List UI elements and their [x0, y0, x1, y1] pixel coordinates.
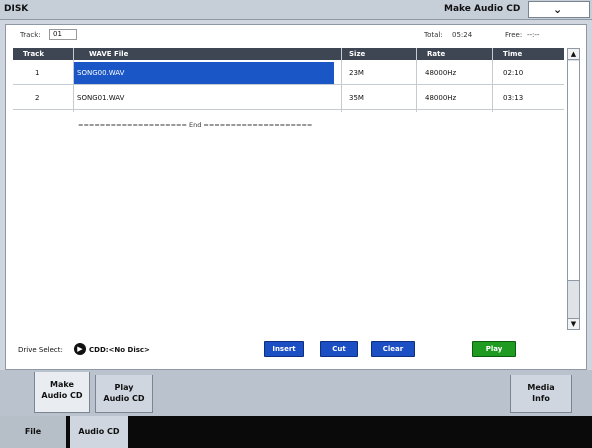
scrollbar-thumb[interactable] — [568, 61, 579, 281]
row-track: 1 — [35, 69, 40, 77]
tab-label-line2: Audio CD — [103, 394, 145, 403]
tab-label-line2: Audio CD — [41, 391, 83, 400]
page-title: Make Audio CD — [444, 4, 521, 14]
row-time: 02:10 — [503, 69, 524, 77]
row-size: 35M — [349, 94, 364, 102]
row-size: 23M — [349, 69, 364, 77]
drive-select-value[interactable]: CDD:<No Disc> — [89, 346, 150, 354]
column-divider — [492, 48, 493, 112]
tab-make-audio-cd[interactable]: Make Audio CD — [34, 372, 90, 413]
column-divider — [73, 48, 74, 112]
free-value: --:-- — [527, 31, 540, 39]
page-menu-button[interactable]: ⌄ — [528, 1, 590, 18]
drive-select-arrow-icon[interactable]: ▶ — [74, 343, 86, 355]
row-wave-file[interactable]: SONG00.WAV — [77, 69, 124, 77]
table-row[interactable]: 2 SONG01.WAV 35M 48000Hz 03:13 — [13, 86, 564, 110]
total-label: Total: — [424, 31, 443, 39]
end-of-list-marker: ==================== End ===============… — [78, 121, 313, 129]
tab-play-audio-cd[interactable]: Play Audio CD — [95, 375, 153, 413]
tab-label-line1: Play — [114, 383, 134, 392]
free-label: Free: — [505, 31, 523, 39]
chevron-down-icon: ⌄ — [553, 3, 563, 16]
cut-button[interactable]: Cut — [320, 341, 358, 357]
column-header-size: Size — [349, 50, 366, 58]
track-label: Track: — [20, 31, 41, 39]
row-wave-file[interactable]: SONG01.WAV — [77, 94, 124, 102]
insert-button[interactable]: Insert — [264, 341, 304, 357]
play-button[interactable]: Play — [472, 341, 516, 357]
table-row[interactable]: 1 SONG00.WAV 23M 48000Hz 02:10 — [13, 61, 564, 85]
row-rate: 48000Hz — [425, 69, 457, 77]
clear-button[interactable]: Clear — [371, 341, 415, 357]
title-bar: DISK Make Audio CD ⌄ — [0, 0, 592, 20]
tab-label-line1: Media — [527, 383, 555, 392]
row-track: 2 — [35, 94, 40, 102]
scroll-down-arrow-icon[interactable]: ▼ — [568, 318, 579, 329]
track-field[interactable]: 01 — [49, 29, 77, 40]
bottom-tab-audio-cd[interactable]: Audio CD — [70, 416, 128, 448]
bottom-tab-file[interactable]: File — [0, 416, 66, 448]
drive-select-label: Drive Select: — [18, 346, 63, 354]
column-header-wave-file: WAVE File — [89, 50, 129, 58]
column-header-track: Track — [23, 50, 44, 58]
row-time: 03:13 — [503, 94, 524, 102]
tab-media-info[interactable]: Media Info — [510, 375, 572, 413]
column-divider — [416, 48, 417, 112]
column-divider — [341, 48, 342, 112]
column-header-rate: Rate — [427, 50, 446, 58]
scroll-up-arrow-icon[interactable]: ▲ — [568, 49, 579, 60]
tab-label-line2: Info — [532, 394, 550, 403]
column-header-time: Time — [503, 50, 523, 58]
tab-label-line1: Make — [50, 380, 74, 389]
app-title: DISK — [4, 4, 29, 14]
table-header: Track WAVE File Size Rate Time — [13, 48, 564, 60]
row-rate: 48000Hz — [425, 94, 457, 102]
total-value: 05:24 — [452, 31, 473, 39]
vertical-scrollbar[interactable]: ▲ ▼ — [567, 48, 580, 330]
